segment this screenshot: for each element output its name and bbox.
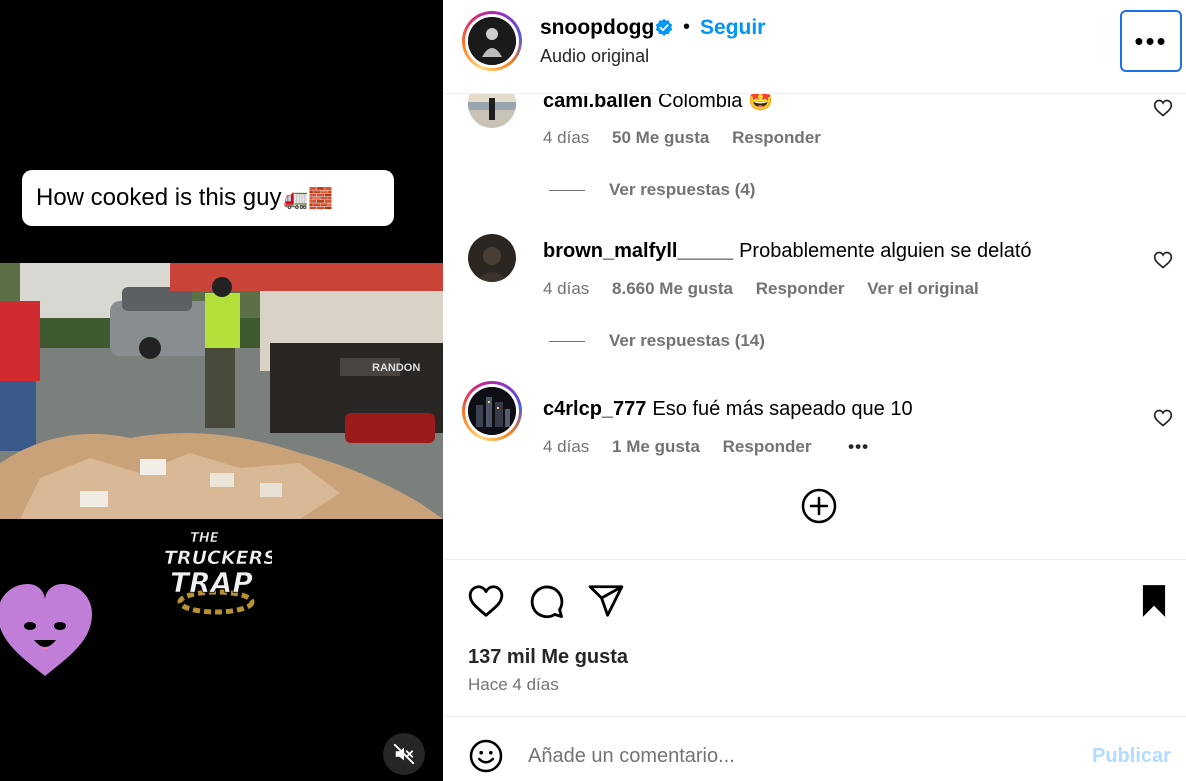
publish-button[interactable]: Publicar	[1092, 745, 1171, 768]
like-comment-heart-icon[interactable]	[1153, 98, 1173, 118]
like-comment-heart-icon[interactable]	[1153, 250, 1173, 270]
comment-more-options-button[interactable]: •••	[848, 437, 869, 456]
video-caption: How cooked is this guy 🚛🧱	[22, 170, 394, 226]
post-timestamp: Hace 4 días	[468, 675, 559, 694]
comment-meta: 4 días 8.660 Me gusta Responder Ver el o…	[543, 279, 997, 299]
comment-bubble-icon[interactable]	[527, 582, 565, 620]
more-options-button[interactable]: •••	[1120, 10, 1182, 72]
comment-reply-button[interactable]: Responder	[723, 437, 812, 456]
video-caption-emoji: 🚛🧱	[283, 187, 334, 210]
comment-body: Probablemente alguien se delató	[739, 240, 1032, 262]
saved-bookmark-icon[interactable]	[1135, 582, 1173, 620]
comment-likes[interactable]: 50 Me gusta	[612, 128, 709, 147]
post-panel: snoopdogg • Seguir Audio original ••• ca	[443, 0, 1186, 781]
video-player[interactable]: How cooked is this guy 🚛🧱 RANDON THE TRU…	[0, 0, 443, 781]
comment-username[interactable]: cami.ballen	[543, 94, 652, 112]
more-options-icon: •••	[1134, 25, 1168, 56]
view-replies-button[interactable]: Ver respuestas (4)	[549, 180, 755, 200]
comment-meta: 4 días 1 Me gusta Responder •••	[543, 437, 887, 457]
comment-text: c4rlcp_777 Eso fué más sapeado que 10	[543, 398, 913, 421]
truckers-trap-logo: THE TRUCKERS TRAP	[160, 520, 277, 616]
comment-username[interactable]: brown_malfyll_____	[543, 240, 733, 262]
logo-text-top: THE	[190, 531, 219, 546]
verified-badge-icon	[655, 18, 673, 36]
follow-button[interactable]: Seguir	[700, 16, 765, 40]
load-more-comments-icon[interactable]	[801, 488, 837, 524]
comments-list[interactable]: cami.ballen Colombia 🤩 4 días 50 Me gusta…	[443, 94, 1186, 559]
like-comment-heart-icon[interactable]	[1153, 408, 1173, 428]
post-header: snoopdogg • Seguir Audio original •••	[443, 0, 1186, 94]
replies-divider	[549, 189, 585, 191]
comment-avatar[interactable]	[468, 234, 516, 282]
comment-time[interactable]: 4 días	[543, 279, 589, 298]
heart-sticker-icon	[0, 578, 100, 678]
comment-avatar[interactable]	[468, 94, 516, 128]
truck-badge-text: RANDON	[372, 362, 420, 374]
audio-label[interactable]: Audio original	[540, 46, 649, 67]
view-replies-label: Ver respuestas (4)	[609, 180, 756, 199]
comment-likes[interactable]: 8.660 Me gusta	[612, 279, 733, 298]
post-actions: 137 mil Me gusta Hace 4 días	[443, 559, 1186, 716]
comment-reply-button[interactable]: Responder	[756, 279, 845, 298]
comment-time[interactable]: 4 días	[543, 437, 589, 456]
comment-item: brown_malfyll_____ Probablemente alguien …	[443, 234, 1186, 298]
comment-item: c4rlcp_777 Eso fué más sapeado que 10 4 d…	[443, 381, 1186, 456]
mute-toggle-button[interactable]	[383, 733, 425, 775]
comment-text: cami.ballen Colombia 🤩	[543, 94, 773, 113]
muted-speaker-icon	[393, 743, 415, 765]
comment-body: Colombia 🤩	[657, 94, 773, 112]
comment-composer: Publicar	[443, 716, 1186, 781]
comment-username[interactable]: c4rlcp_777	[543, 398, 646, 420]
view-replies-label: Ver respuestas (14)	[609, 331, 765, 350]
comment-time[interactable]: 4 días	[543, 128, 589, 147]
emoji-smiley-icon[interactable]	[468, 738, 504, 774]
share-paper-plane-icon[interactable]	[587, 582, 625, 620]
comment-body: Eso fué más sapeado que 10	[652, 398, 913, 420]
author-avatar[interactable]	[462, 11, 522, 71]
replies-divider	[549, 340, 585, 342]
view-replies-button[interactable]: Ver respuestas (14)	[549, 331, 765, 351]
comment-text: brown_malfyll_____ Probablemente alguien …	[543, 240, 1032, 263]
header-separator: •	[683, 16, 691, 38]
video-caption-text: How cooked is this guy	[36, 184, 282, 211]
comment-item: cami.ballen Colombia 🤩 4 días 50 Me gusta…	[443, 94, 1186, 147]
like-heart-icon[interactable]	[467, 582, 505, 620]
comment-likes[interactable]: 1 Me gusta	[612, 437, 700, 456]
author-username[interactable]: snoopdogg	[540, 16, 654, 40]
comment-meta: 4 días 50 Me gusta Responder	[543, 128, 839, 148]
comment-avatar[interactable]	[462, 381, 522, 441]
logo-text-bottom: TRAP	[170, 566, 253, 599]
comment-input[interactable]	[528, 739, 1068, 773]
post-likes-count[interactable]: 137 mil Me gusta	[468, 646, 628, 669]
see-original-button[interactable]: Ver el original	[867, 279, 979, 298]
video-footage: RANDON	[0, 263, 443, 519]
comment-reply-button[interactable]: Responder	[732, 128, 821, 147]
